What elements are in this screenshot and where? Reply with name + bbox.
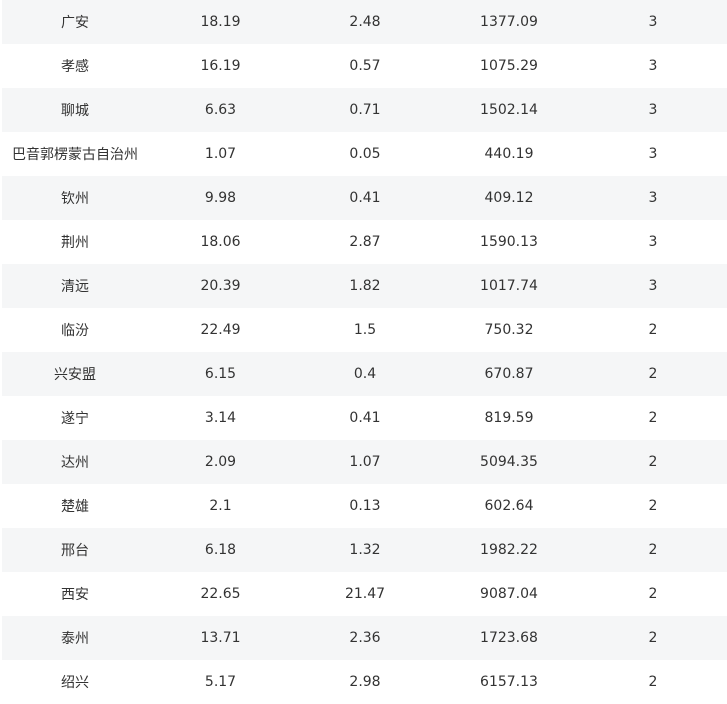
value-c-cell: 750.32 bbox=[484, 322, 534, 338]
table-row: 巴音郭楞蒙古自治州 1.07 0.05 440.19 3 bbox=[2, 132, 727, 176]
value-c-cell: 9087.04 bbox=[480, 586, 538, 602]
city-name-cell: 孝感 bbox=[61, 59, 89, 75]
rank-cell: 2 bbox=[648, 410, 658, 426]
table-row: 孝感 16.19 0.57 1075.29 3 bbox=[2, 44, 727, 88]
table-row: 兴安盟 6.15 0.4 670.87 2 bbox=[2, 352, 727, 396]
value-b-cell: 0.13 bbox=[349, 498, 381, 514]
value-c-cell: 602.64 bbox=[484, 498, 534, 514]
city-name-cell: 绍兴 bbox=[61, 675, 89, 691]
rank-cell: 2 bbox=[648, 586, 658, 602]
value-a-cell: 6.15 bbox=[204, 366, 237, 382]
value-c-cell: 670.87 bbox=[484, 366, 534, 382]
rank-cell: 3 bbox=[648, 278, 658, 294]
rank-cell: 2 bbox=[648, 322, 658, 338]
value-c-cell: 1982.22 bbox=[480, 542, 538, 558]
city-name-cell: 清远 bbox=[61, 279, 89, 295]
city-name-cell: 聊城 bbox=[61, 103, 89, 119]
value-a-cell: 18.19 bbox=[200, 14, 241, 30]
rank-cell: 2 bbox=[648, 454, 658, 470]
city-name-cell: 泰州 bbox=[61, 631, 89, 647]
value-b-cell: 1.5 bbox=[353, 322, 377, 338]
table-row: 钦州 9.98 0.41 409.12 3 bbox=[2, 176, 727, 220]
value-a-cell: 22.65 bbox=[200, 586, 241, 602]
table-row: 邢台 6.18 1.32 1982.22 2 bbox=[2, 528, 727, 572]
rank-cell: 3 bbox=[648, 14, 658, 30]
table-row: 绍兴 5.17 2.98 6157.13 2 bbox=[2, 660, 727, 704]
rank-cell: 2 bbox=[648, 498, 658, 514]
value-c-cell: 409.12 bbox=[484, 190, 534, 206]
city-name-cell: 兴安盟 bbox=[54, 367, 96, 383]
value-c-cell: 1723.68 bbox=[480, 630, 538, 646]
rank-cell: 2 bbox=[648, 366, 658, 382]
value-a-cell: 9.98 bbox=[204, 190, 237, 206]
value-b-cell: 0.4 bbox=[353, 366, 377, 382]
value-c-cell: 819.59 bbox=[484, 410, 534, 426]
value-a-cell: 2.09 bbox=[204, 454, 237, 470]
value-c-cell: 5094.35 bbox=[480, 454, 538, 470]
value-a-cell: 1.07 bbox=[204, 146, 237, 162]
value-a-cell: 13.71 bbox=[200, 630, 241, 646]
city-name-cell: 荆州 bbox=[61, 235, 89, 251]
table-row: 遂宁 3.14 0.41 819.59 2 bbox=[2, 396, 727, 440]
table-row: 达州 2.09 1.07 5094.35 2 bbox=[2, 440, 727, 484]
rank-cell: 3 bbox=[648, 58, 658, 74]
value-b-cell: 2.48 bbox=[349, 14, 381, 30]
value-b-cell: 0.41 bbox=[349, 410, 381, 426]
value-a-cell: 16.19 bbox=[200, 58, 241, 74]
value-b-cell: 0.57 bbox=[349, 58, 381, 74]
city-name-cell: 广安 bbox=[61, 15, 89, 31]
value-b-cell: 2.36 bbox=[349, 630, 381, 646]
value-b-cell: 1.82 bbox=[349, 278, 381, 294]
rank-cell: 3 bbox=[648, 190, 658, 206]
value-b-cell: 2.87 bbox=[349, 234, 381, 250]
value-b-cell: 0.71 bbox=[349, 102, 381, 118]
city-name-cell: 楚雄 bbox=[61, 499, 89, 515]
rank-cell: 2 bbox=[648, 630, 658, 646]
value-a-cell: 6.63 bbox=[204, 102, 237, 118]
value-b-cell: 1.07 bbox=[349, 454, 381, 470]
value-b-cell: 21.47 bbox=[344, 586, 386, 602]
city-name-cell: 邢台 bbox=[61, 543, 89, 559]
city-name-cell: 西安 bbox=[61, 587, 89, 603]
value-b-cell: 1.32 bbox=[349, 542, 381, 558]
value-a-cell: 3.14 bbox=[204, 410, 237, 426]
city-name-cell: 遂宁 bbox=[61, 411, 89, 427]
value-a-cell: 2.1 bbox=[209, 498, 232, 514]
value-c-cell: 1590.13 bbox=[480, 234, 538, 250]
city-name-cell: 达州 bbox=[61, 455, 89, 471]
value-b-cell: 0.05 bbox=[349, 146, 381, 162]
city-name-cell: 钦州 bbox=[61, 191, 89, 207]
value-a-cell: 22.49 bbox=[200, 322, 241, 338]
table-row: 临汾 22.49 1.5 750.32 2 bbox=[2, 308, 727, 352]
city-name-cell: 临汾 bbox=[61, 323, 89, 339]
rank-cell: 3 bbox=[648, 234, 658, 250]
data-table: 广安 18.19 2.48 1377.09 3 孝感 16.19 0.57 1075.29 3 聊城… bbox=[2, 0, 727, 704]
value-c-cell: 440.19 bbox=[484, 146, 534, 162]
value-c-cell: 1017.74 bbox=[480, 278, 538, 294]
value-a-cell: 20.39 bbox=[200, 278, 241, 294]
value-c-cell: 1075.29 bbox=[480, 58, 538, 74]
value-a-cell: 18.06 bbox=[200, 234, 241, 250]
city-name-cell: 巴音郭楞蒙古自治州 bbox=[12, 147, 138, 163]
rank-cell: 2 bbox=[648, 542, 658, 558]
rank-cell: 3 bbox=[648, 146, 658, 162]
rank-cell: 2 bbox=[648, 674, 658, 690]
value-a-cell: 5.17 bbox=[204, 674, 237, 690]
value-b-cell: 0.41 bbox=[349, 190, 381, 206]
table-row: 西安 22.65 21.47 9087.04 2 bbox=[2, 572, 727, 616]
table-row: 楚雄 2.1 0.13 602.64 2 bbox=[2, 484, 727, 528]
table-row: 荆州 18.06 2.87 1590.13 3 bbox=[2, 220, 727, 264]
value-a-cell: 6.18 bbox=[204, 542, 237, 558]
table-row: 清远 20.39 1.82 1017.74 3 bbox=[2, 264, 727, 308]
table-row: 广安 18.19 2.48 1377.09 3 bbox=[2, 0, 727, 44]
value-c-cell: 1377.09 bbox=[480, 14, 538, 30]
rank-cell: 3 bbox=[648, 102, 658, 118]
value-b-cell: 2.98 bbox=[349, 674, 381, 690]
table-row: 聊城 6.63 0.71 1502.14 3 bbox=[2, 88, 727, 132]
table-row: 泰州 13.71 2.36 1723.68 2 bbox=[2, 616, 727, 660]
value-c-cell: 6157.13 bbox=[480, 674, 538, 690]
value-c-cell: 1502.14 bbox=[480, 102, 538, 118]
